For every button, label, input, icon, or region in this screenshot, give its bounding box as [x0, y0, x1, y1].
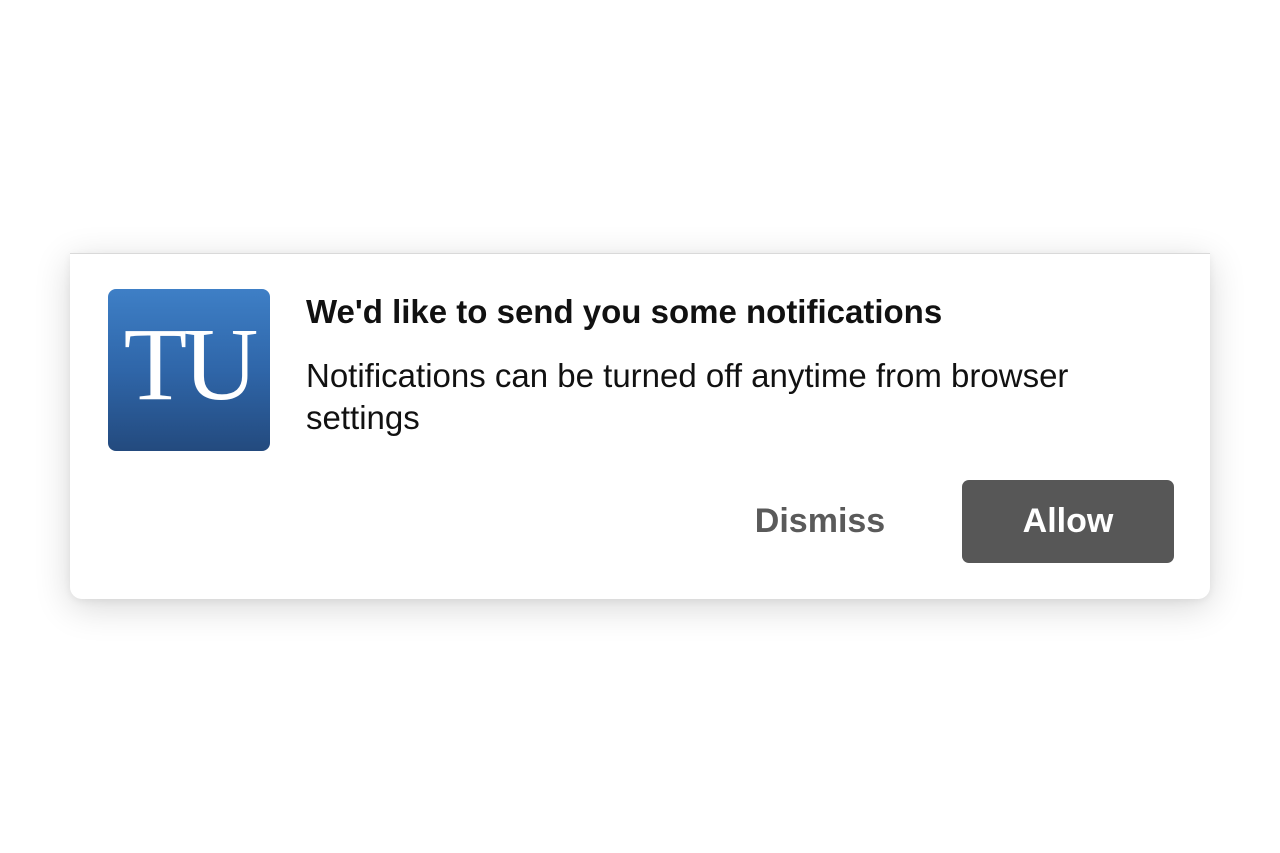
prompt-title: We'd like to send you some notifications [306, 293, 943, 330]
prompt-message: Notifications can be turned off anytime … [306, 357, 1069, 436]
site-logo: TU [108, 289, 270, 451]
allow-button[interactable]: Allow [962, 480, 1174, 563]
page-background: TU We'd like to send you some notificati… [0, 0, 1280, 853]
notification-permission-prompt: TU We'd like to send you some notificati… [70, 253, 1210, 599]
site-logo-text: TU [123, 307, 259, 422]
dismiss-button[interactable]: Dismiss [720, 480, 920, 562]
